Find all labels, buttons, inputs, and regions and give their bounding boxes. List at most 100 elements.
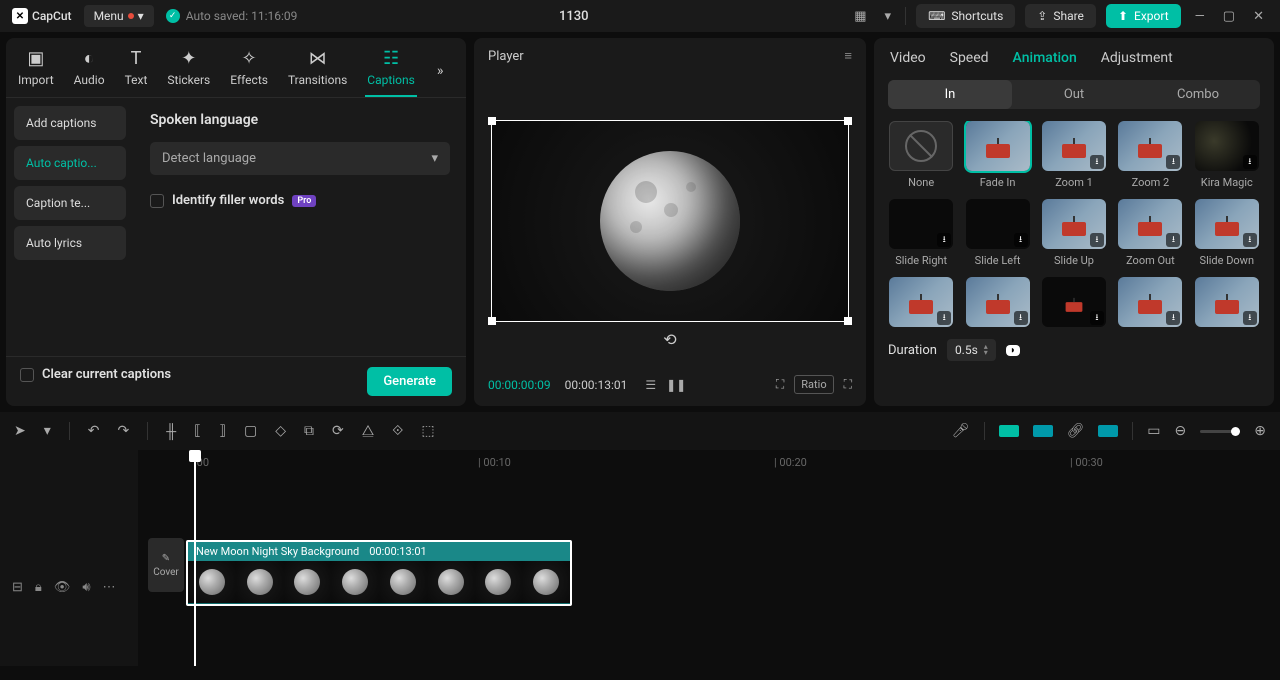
anim-kira-magic[interactable]: ⭳Kira Magic	[1194, 121, 1260, 189]
delete-icon[interactable]: ▢	[244, 423, 257, 439]
tab-animation[interactable]: Animation	[1013, 50, 1077, 66]
rotate-icon[interactable]: ⟲	[663, 330, 676, 349]
language-select[interactable]: Detect language ▾	[150, 142, 450, 175]
pause-icon[interactable]: ❚❚	[666, 378, 686, 392]
duration-input[interactable]: 0.5s ▴▾	[947, 339, 996, 361]
magnetic-icon[interactable]	[999, 425, 1019, 437]
player-footer: 00:00:00:09 00:00:13:01 ☰ ❚❚ ⛶ Ratio ⛶	[474, 367, 866, 406]
anim-zoom-out[interactable]: ⭳Zoom Out	[1117, 199, 1183, 267]
tab-text[interactable]: TText	[123, 44, 150, 95]
anim-slide-left[interactable]: ⭳Slide Left	[964, 199, 1030, 267]
duration-marker-icon[interactable]: ◗	[1006, 345, 1020, 356]
mute-icon[interactable]: 🔊︎	[82, 580, 90, 595]
trim-right-icon[interactable]: ⟧	[219, 423, 226, 439]
minimize-icon[interactable]: —	[1191, 5, 1209, 28]
filler-label: Identify filler words	[172, 193, 284, 208]
player-viewport[interactable]: ⟲	[474, 74, 866, 367]
anim-row3-3[interactable]: ⭳	[1041, 277, 1107, 327]
anim-row3-2[interactable]: ⭳	[964, 277, 1030, 327]
export-button[interactable]: ⬆ Export	[1106, 4, 1181, 28]
scan-icon[interactable]: ⛶	[776, 377, 784, 392]
crop-icon[interactable]: ⬚	[421, 423, 434, 439]
tab-video[interactable]: Video	[890, 50, 926, 66]
mic-icon[interactable]: 🎤︎	[952, 423, 970, 439]
resize-handle-bl[interactable]	[488, 317, 496, 325]
tab-speed[interactable]: Speed	[950, 50, 989, 66]
track-collapse-icon[interactable]: ⊟	[12, 580, 23, 595]
anim-row3-5[interactable]: ⭳	[1194, 277, 1260, 327]
snap-icon[interactable]	[1033, 425, 1053, 437]
tab-transitions[interactable]: ⋈Transitions	[286, 44, 349, 95]
time-ruler[interactable]: :00 | 00:10 | 00:20 | 00:30	[138, 450, 1280, 476]
maximize-icon[interactable]: ▢	[1219, 5, 1239, 28]
anim-none[interactable]: None	[888, 121, 954, 189]
resize-handle-br[interactable]	[844, 317, 852, 325]
tab-captions[interactable]: ☷Captions	[365, 44, 417, 97]
rotate-icon[interactable]: ⟳	[332, 423, 344, 439]
zoom-out-icon[interactable]: ⊖	[1175, 423, 1187, 439]
shortcuts-button[interactable]: ⌨ Shortcuts	[916, 4, 1015, 28]
split-icon[interactable]: ╫	[166, 423, 176, 440]
sidebar-auto-lyrics[interactable]: Auto lyrics	[14, 226, 126, 260]
video-frame[interactable]: ⟲	[491, 120, 849, 322]
anim-slide-down[interactable]: ⭳Slide Down	[1194, 199, 1260, 267]
anim-slide-up[interactable]: ⭳Slide Up	[1041, 199, 1107, 267]
mirror-icon[interactable]: ⧋	[362, 423, 375, 439]
ratio-button[interactable]: Ratio	[794, 375, 833, 394]
player-menu-icon[interactable]: ≡	[844, 48, 852, 64]
spinner-icon[interactable]: ▴▾	[984, 344, 988, 356]
redo-icon[interactable]: ↷	[118, 423, 130, 439]
undo-icon[interactable]: ↶	[88, 423, 100, 439]
anim-zoom-1[interactable]: ⭳Zoom 1	[1041, 121, 1107, 189]
fullscreen-icon[interactable]: ⛶	[844, 377, 852, 392]
lock-icon[interactable]: 🔒︎	[35, 580, 42, 595]
close-icon[interactable]: ✕	[1249, 5, 1268, 28]
sidebar-add-captions[interactable]: Add captions	[14, 106, 126, 140]
menu-button[interactable]: Menu ▾	[84, 5, 154, 27]
tab-audio[interactable]: ◐Audio	[72, 44, 107, 95]
chevron-down-icon[interactable]: ▾	[881, 5, 896, 28]
sidebar-auto-captions[interactable]: Auto captio...	[14, 146, 126, 180]
tab-stickers[interactable]: ✦Stickers	[165, 44, 212, 95]
zoom-slider[interactable]	[1200, 430, 1240, 433]
seg-out[interactable]: Out	[1012, 80, 1136, 109]
resize-handle-tr[interactable]	[844, 117, 852, 125]
anim-row3-4[interactable]: ⭳	[1117, 277, 1183, 327]
align-icon[interactable]	[1098, 425, 1118, 437]
video-clip[interactable]: New Moon Night Sky Background 00:00:13:0…	[186, 540, 572, 606]
chevron-down-icon[interactable]: ▾	[44, 423, 51, 439]
link-icon[interactable]: 🔗︎	[1067, 423, 1085, 439]
generate-button[interactable]: Generate	[367, 367, 452, 396]
resize-handle-tl[interactable]	[488, 117, 496, 125]
tab-adjustment[interactable]: Adjustment	[1101, 50, 1173, 66]
seg-combo[interactable]: Combo	[1136, 80, 1260, 109]
stickers-icon: ✦	[181, 48, 196, 69]
marker-icon[interactable]: ◇	[275, 423, 286, 439]
anim-row3-1[interactable]: ⭳	[888, 277, 954, 327]
playhead[interactable]	[194, 450, 196, 666]
pointer-icon[interactable]: ➤	[14, 423, 26, 439]
anim-fade-in[interactable]: Fade In	[964, 121, 1030, 189]
more-icon[interactable]: ⋯	[103, 580, 116, 595]
trim-left-icon[interactable]: ⟦	[194, 423, 201, 439]
seg-in[interactable]: In	[888, 80, 1012, 109]
list-icon[interactable]: ☰	[645, 378, 656, 392]
zoom-in-icon[interactable]: ⊕	[1254, 423, 1266, 439]
clear-checkbox[interactable]	[20, 368, 34, 382]
preview-icon[interactable]: ▭	[1147, 423, 1160, 439]
anim-zoom-2[interactable]: ⭳Zoom 2	[1117, 121, 1183, 189]
layout-icon[interactable]: ▦	[850, 5, 870, 28]
eye-icon[interactable]: 👁︎	[54, 580, 71, 595]
tab-effects[interactable]: ✧Effects	[228, 44, 270, 95]
filler-checkbox[interactable]	[150, 194, 164, 208]
duplicate-icon[interactable]: ⧉	[304, 423, 314, 439]
clip-thumb	[475, 561, 523, 603]
timeline-tracks[interactable]: :00 | 00:10 | 00:20 | 00:30 New Moon Nig…	[138, 450, 1280, 666]
anim-slide-right[interactable]: ⭳Slide Right	[888, 199, 954, 267]
share-button[interactable]: ⇪ Share	[1025, 4, 1096, 28]
sidebar-caption-templates[interactable]: Caption te...	[14, 186, 126, 220]
more-tabs-icon[interactable]: »	[433, 59, 448, 83]
tab-import[interactable]: ▣Import	[16, 44, 56, 95]
download-icon: ⭳	[1166, 233, 1180, 247]
flip-icon[interactable]: ⟐	[392, 423, 403, 439]
